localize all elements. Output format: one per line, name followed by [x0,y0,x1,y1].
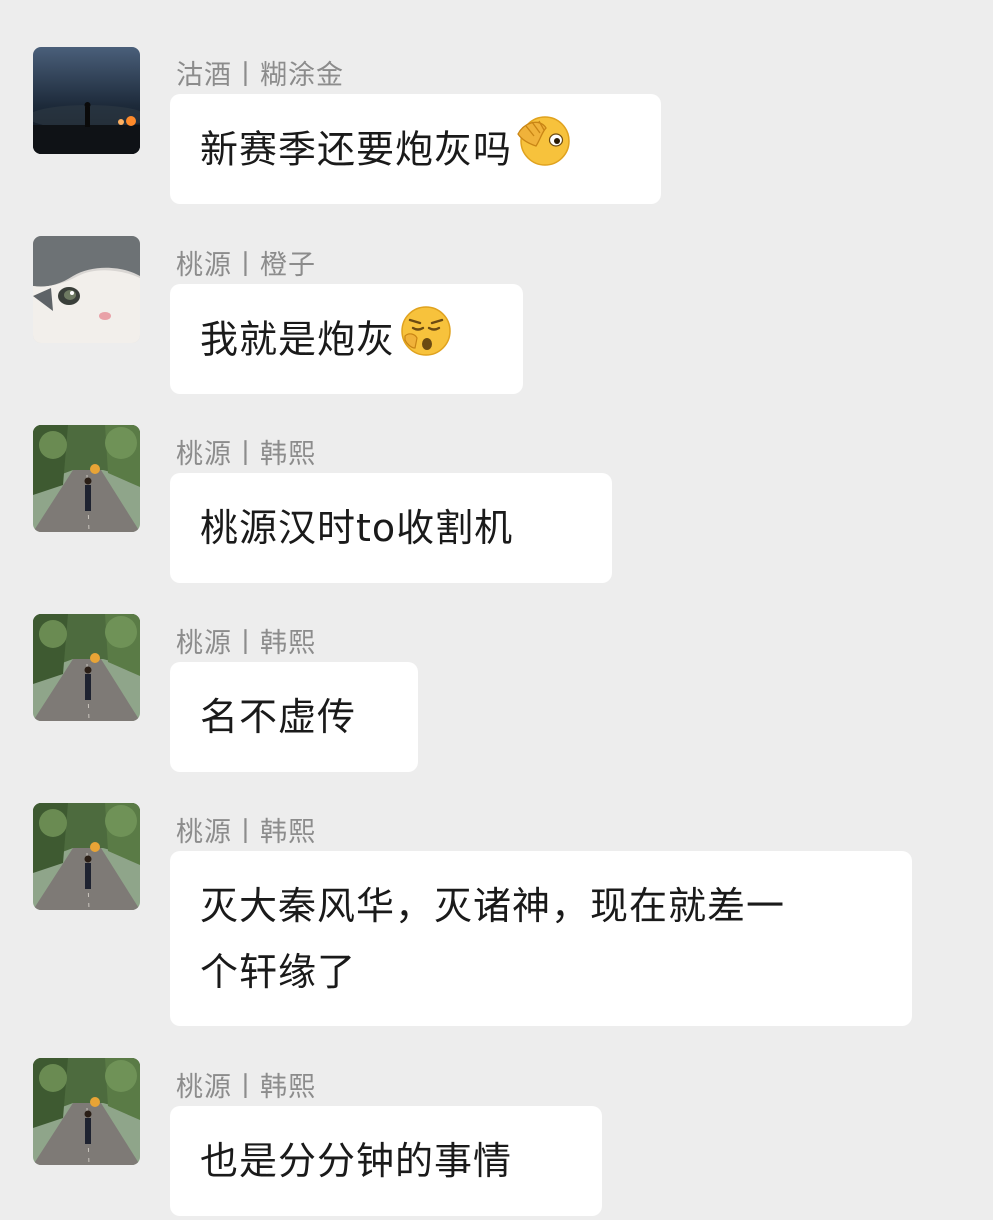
avatar[interactable] [33,803,140,910]
sender-name: 桃源丨韩熙 [176,628,316,659]
message-text-line: 个轩缘了 [200,950,357,994]
sender-name: 桃源丨韩熙 [176,1072,316,1103]
message-text: 名不虚传 [200,695,357,739]
message-text: 桃源汉时to收割机 [200,506,514,550]
message-bubble[interactable]: 也是分分钟的事情 [170,1106,602,1216]
sender-name: 桃源丨橙子 [176,250,316,281]
sender-name: 桃源丨韩熙 [176,439,316,470]
sad-shush-emoji-icon [397,300,455,378]
avatar[interactable] [33,1058,140,1165]
avatar[interactable] [33,236,140,343]
sender-name: 桃源丨韩熙 [176,817,316,848]
message-text: 也是分分钟的事情 [200,1139,513,1183]
message-text: 我就是炮灰 [200,317,396,362]
message-bubble[interactable]: 新赛季还要炮灰吗 [170,94,661,204]
message-text-line: 灭大秦风华，灭诸神，现在就差一 [200,884,786,928]
message-bubble[interactable]: 桃源汉时to收割机 [170,473,612,583]
message-bubble[interactable]: 灭大秦风华，灭诸神，现在就差一 个轩缘了 [170,851,912,1026]
message-text: 新赛季还要炮灰吗 [200,127,513,172]
facepalm-peek-emoji-icon [514,110,572,188]
avatar[interactable] [33,614,140,721]
avatar[interactable] [33,47,140,154]
message-bubble[interactable]: 名不虚传 [170,662,418,772]
avatar[interactable] [33,425,140,532]
chat-header-cut-off [0,0,993,14]
sender-name: 沽酒丨糊涂金 [176,60,344,91]
message-bubble[interactable]: 我就是炮灰 [170,284,523,394]
